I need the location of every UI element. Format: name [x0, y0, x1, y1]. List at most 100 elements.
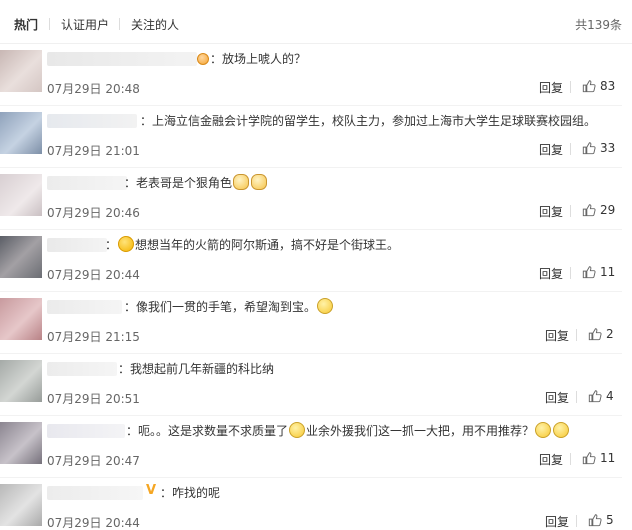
comment-time: 07月29日 20:44 [47, 268, 140, 282]
reply-button[interactable]: 回复 [539, 79, 563, 96]
like-count: 11 [600, 451, 616, 465]
username-blurred[interactable] [47, 176, 127, 190]
comment-item: ：上海立信金融会计学院的留学生，校队主力，参加过上海市大学生足球联赛校园组。 0… [0, 106, 632, 168]
comment-item: ：呃。。这是求数量不求质量了 业余外援我们这一抓一大把，用不用推荐？ 07月29日… [0, 416, 632, 478]
action-divider [570, 205, 571, 217]
username-blurred[interactable] [47, 424, 125, 438]
comment-text: ：呃。。这是求数量不求质量了 业余外援我们这一抓一大把，用不用推荐？ [126, 422, 570, 439]
like-button[interactable]: 29 [582, 202, 615, 218]
tab-hot[interactable]: 热门 [14, 16, 38, 33]
avatar[interactable] [0, 174, 42, 216]
comment-time: 07月29日 21:01 [47, 144, 140, 158]
like-count: 29 [600, 203, 616, 217]
comment-text-content: ：呃。。这是求数量不求质量了 [126, 424, 289, 438]
like-button[interactable]: 33 [582, 140, 615, 156]
laugh-cry-emoji-icon [535, 422, 552, 438]
like-count: 5 [606, 513, 614, 527]
username-blurred[interactable] [47, 238, 107, 252]
cat-emoji-icon [251, 174, 268, 190]
action-divider [570, 81, 571, 93]
cat-emoji-icon [233, 174, 250, 190]
comment-text: ：老表哥是个狠角色 [124, 174, 268, 191]
action-divider [576, 391, 577, 403]
reply-button[interactable]: 回复 [545, 513, 569, 530]
like-button[interactable]: 5 [588, 512, 614, 528]
smile-emoji-icon [118, 236, 135, 252]
action-divider [576, 329, 577, 341]
comment-text-content: 想想当年的火箭的阿尔斯通，搞不好是个街球王。 [135, 238, 400, 252]
comment-item: ：想想当年的火箭的阿尔斯通，搞不好是个街球王。 07月29日 20:44 回复 … [0, 230, 632, 292]
username-blurred[interactable] [47, 300, 122, 314]
avatar[interactable] [0, 50, 42, 92]
thumbs-up-icon [582, 142, 596, 155]
thumbs-up-icon [588, 328, 602, 341]
reply-button[interactable]: 回复 [539, 203, 563, 220]
tab-following[interactable]: 关注的人 [131, 16, 179, 33]
tab-verified-users[interactable]: 认证用户 [61, 16, 109, 33]
comment-text: ：我想起前几年新疆的科比纳 [118, 362, 275, 376]
laugh-cry-emoji-icon [317, 298, 334, 314]
reply-button[interactable]: 回复 [545, 389, 569, 406]
username-blurred[interactable] [47, 114, 137, 128]
comment-total-count: 共139条 [575, 18, 622, 32]
username-blurred[interactable] [47, 486, 143, 500]
comment-time: 07月29日 20:51 [47, 392, 140, 406]
comment-text: ：放场上唬人的？ [210, 52, 307, 66]
action-divider [570, 267, 571, 279]
username-blurred[interactable] [47, 362, 117, 376]
like-count: 11 [600, 265, 616, 279]
action-divider [570, 453, 571, 465]
tab-divider [49, 18, 50, 30]
like-button[interactable]: 2 [588, 326, 614, 342]
like-count: 2 [606, 327, 614, 341]
emoji-icon [197, 53, 209, 65]
tab-divider [119, 18, 120, 30]
like-count: 33 [600, 141, 616, 155]
reply-button[interactable]: 回复 [539, 451, 563, 468]
avatar[interactable] [0, 422, 42, 464]
thumbs-up-icon [588, 390, 602, 403]
avatar[interactable] [0, 484, 42, 526]
like-button[interactable]: 83 [582, 78, 615, 94]
comment-text: ：咋找的呢 [160, 486, 221, 500]
comment-text: ：上海立信金融会计学院的留学生，校队主力，参加过上海市大学生足球联赛校园组。 [140, 114, 597, 128]
comment-text-content: ：像我们一贯的手笔，希望淘到宝。 [124, 300, 317, 314]
comment-text: ：想想当年的火箭的阿尔斯通，搞不好是个街球王。 [105, 236, 400, 252]
like-button[interactable]: 11 [582, 450, 615, 466]
avatar[interactable] [0, 298, 42, 340]
reply-button[interactable]: 回复 [539, 141, 563, 158]
comment-time: 07月29日 20:46 [47, 206, 140, 220]
comment-item: ：放场上唬人的？ 07月29日 20:48 回复 83 [0, 44, 632, 106]
comment-time: 07月29日 21:15 [47, 330, 140, 344]
thumbs-up-icon [588, 514, 602, 527]
like-button[interactable]: 11 [582, 264, 615, 280]
comment-text-content: 业余外援我们这一抓一大把，用不用推荐？ [306, 424, 535, 438]
username-blurred[interactable] [47, 52, 197, 66]
laugh-cry-emoji-icon [289, 422, 306, 438]
thumbs-up-icon [582, 80, 596, 93]
reply-button[interactable]: 回复 [545, 327, 569, 344]
comment-time: 07月29日 20:47 [47, 454, 140, 468]
thumbs-up-icon [582, 266, 596, 279]
comment-time: 07月29日 20:44 [47, 516, 140, 530]
thumbs-up-icon [582, 204, 596, 217]
comment-item: ：老表哥是个狠角色 07月29日 20:46 回复 29 [0, 168, 632, 230]
avatar[interactable] [0, 236, 42, 278]
reply-button[interactable]: 回复 [539, 265, 563, 282]
laugh-cry-emoji-icon [553, 422, 570, 438]
action-divider [576, 515, 577, 527]
comment-text: ：像我们一贯的手笔，希望淘到宝。 [124, 298, 334, 315]
verified-badge-icon: V [146, 483, 157, 498]
like-button[interactable]: 4 [588, 388, 614, 404]
action-divider [570, 143, 571, 155]
comment-tabs: 热门 认证用户 关注的人 共139条 [0, 0, 632, 44]
comment-item: ：我想起前几年新疆的科比纳 07月29日 20:51 回复 4 [0, 354, 632, 416]
comment-text-content: ：老表哥是个狠角色 [124, 176, 233, 190]
comment-time: 07月29日 20:48 [47, 82, 140, 96]
thumbs-up-icon [582, 452, 596, 465]
avatar[interactable] [0, 112, 42, 154]
like-count: 83 [600, 79, 616, 93]
comment-item: V ：咋找的呢 07月29日 20:44 回复 5 [0, 478, 632, 530]
avatar[interactable] [0, 360, 42, 402]
like-count: 4 [606, 389, 614, 403]
